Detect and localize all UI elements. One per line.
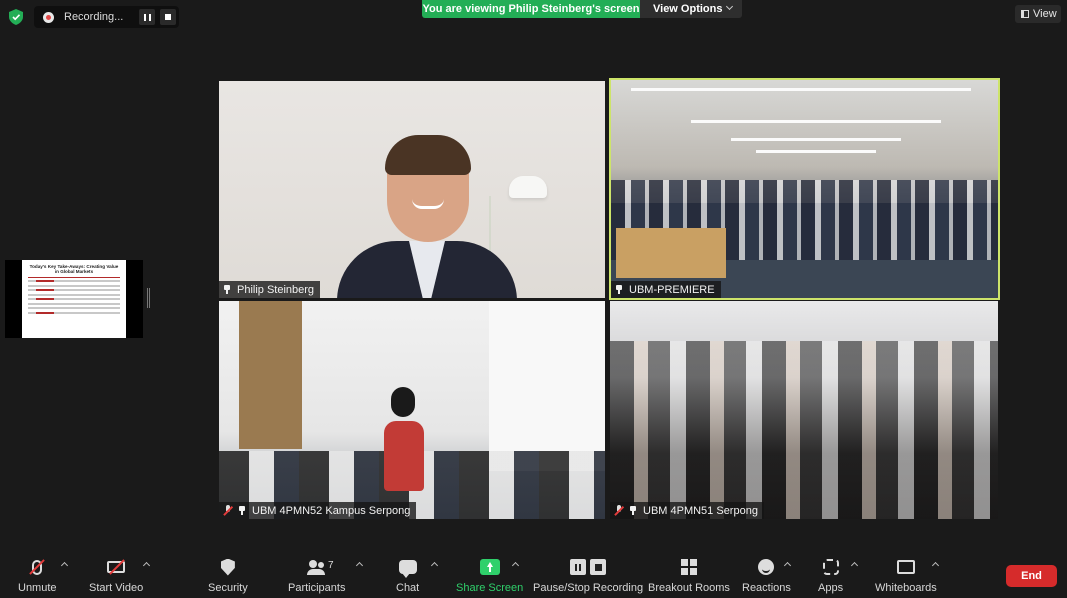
shared-screen-thumbnail[interactable]: Today's Key Take-Aways: Creating Value i…	[5, 260, 143, 338]
split-drag-handle[interactable]	[147, 288, 150, 308]
breakout-rooms-button[interactable]: Breakout Rooms	[648, 557, 730, 594]
start-video-label: Start Video	[89, 582, 144, 594]
pin-icon	[238, 506, 247, 515]
participant-name: Philip Steinberg	[237, 283, 315, 296]
pause-stop-recording-button[interactable]: Pause/Stop Recording	[533, 557, 643, 594]
view-button[interactable]: View	[1015, 5, 1061, 23]
participants-options-caret[interactable]	[355, 561, 364, 570]
slide-bullet	[28, 284, 120, 287]
participant-name: UBM-PREMIERE	[629, 283, 715, 296]
pin-icon	[629, 506, 638, 515]
slide-bullet	[28, 302, 120, 305]
ceiling-light	[691, 120, 941, 123]
audio-options-caret[interactable]	[60, 561, 69, 570]
participants-icon	[306, 559, 327, 575]
students-crowd	[610, 341, 998, 519]
ceiling-light	[631, 88, 971, 91]
slide-bullet	[28, 289, 120, 292]
pause-icon	[143, 13, 151, 21]
participant-name-tag: UBM-PREMIERE	[611, 281, 721, 298]
speaker-smile	[412, 199, 444, 209]
slide-divider	[28, 276, 120, 278]
wall-column	[489, 301, 605, 471]
student-head	[391, 387, 415, 417]
participant-name-tag: UBM 4PMN52 Kampus Serpong	[219, 502, 417, 519]
student-red-shirt	[384, 421, 424, 491]
recording-indicator: Recording...	[34, 6, 179, 28]
video-tile-ubm-premiere[interactable]: UBM-PREMIERE	[609, 78, 1000, 300]
video-tile-philip-steinberg[interactable]: Philip Steinberg	[219, 81, 605, 298]
share-screen-icon	[479, 559, 500, 575]
whiteboards-label: Whiteboards	[875, 582, 937, 594]
encryption-shield-icon[interactable]	[9, 9, 23, 25]
pin-icon	[615, 285, 624, 294]
participant-name: UBM 4PMN52 Kampus Serpong	[252, 504, 411, 517]
apps-label: Apps	[818, 582, 844, 594]
slide-bullet	[28, 298, 120, 301]
slide-title: Today's Key Take-Aways: Creating Value i…	[29, 264, 119, 275]
ceiling-light	[731, 138, 901, 141]
pin-icon	[223, 285, 232, 294]
slide-bullet	[28, 307, 120, 310]
view-label: View	[1033, 8, 1057, 20]
stop-recording-button[interactable]	[160, 9, 176, 25]
breakout-rooms-label: Breakout Rooms	[648, 582, 730, 594]
pause-icon	[570, 559, 587, 575]
video-tile-ubm-4pmn51[interactable]: UBM 4PMN51 Serpong	[610, 301, 998, 519]
reactions-smiley-icon	[758, 559, 775, 575]
view-options-label: View Options	[653, 3, 723, 15]
pause-recording-button[interactable]	[139, 9, 155, 25]
security-shield-icon	[220, 558, 235, 576]
pause-stop-recording-label: Pause/Stop Recording	[533, 582, 644, 594]
view-layout-icon	[1021, 10, 1029, 18]
participant-name-tag: UBM 4PMN51 Serpong	[610, 502, 764, 519]
chat-label: Chat	[396, 582, 420, 594]
reactions-label: Reactions	[742, 582, 791, 594]
breakout-rooms-icon	[680, 559, 697, 575]
reactions-button[interactable]: Reactions	[742, 557, 791, 594]
security-label: Security	[208, 582, 248, 594]
shared-slide: Today's Key Take-Aways: Creating Value i…	[22, 260, 126, 338]
lecture-desk	[616, 228, 726, 278]
meeting-toolbar: Unmute Start Video Security Participants…	[0, 552, 1067, 598]
video-tile-ubm-4pmn52[interactable]: UBM 4PMN52 Kampus Serpong	[219, 301, 605, 519]
slide-bullet	[28, 293, 120, 296]
participant-name: UBM 4PMN51 Serpong	[643, 504, 758, 517]
security-button[interactable]: Security	[208, 557, 248, 594]
share-screen-label: Share Screen	[456, 582, 524, 594]
view-options-button[interactable]: View Options	[640, 0, 742, 18]
mic-muted-icon	[614, 505, 624, 516]
end-meeting-button[interactable]: End	[1006, 565, 1057, 587]
apps-button[interactable]: Apps	[818, 557, 843, 594]
apps-icon	[822, 559, 839, 575]
chat-icon	[398, 560, 417, 578]
participants-button[interactable]: Participants	[288, 557, 345, 594]
chat-button[interactable]: Chat	[396, 557, 419, 594]
ceiling-light	[756, 150, 876, 153]
stop-icon	[590, 559, 607, 575]
recording-dot-icon	[43, 11, 54, 23]
recording-label: Recording...	[64, 11, 124, 23]
video-options-caret[interactable]	[142, 561, 151, 570]
slide-bullet	[28, 311, 120, 314]
whiteboard-icon	[896, 560, 915, 574]
participant-name-tag: Philip Steinberg	[219, 281, 321, 298]
start-video-button[interactable]: Start Video	[89, 557, 143, 594]
lamp	[509, 176, 547, 198]
chat-options-caret[interactable]	[430, 561, 439, 570]
viewing-screen-banner: You are viewing Philip Steinberg's scree…	[422, 0, 640, 18]
speaker-hair	[385, 135, 471, 175]
apps-options-caret[interactable]	[850, 561, 859, 570]
slide-bullet	[28, 280, 120, 283]
unmute-label: Unmute	[18, 582, 57, 594]
chevron-down-icon	[725, 2, 734, 11]
stop-icon	[165, 14, 171, 20]
unmute-button[interactable]: Unmute	[18, 557, 57, 594]
whiteboards-button[interactable]: Whiteboards	[875, 557, 937, 594]
door	[239, 301, 302, 449]
participants-count: 7	[328, 560, 334, 571]
mic-muted-icon	[223, 505, 233, 516]
participants-label: Participants	[288, 582, 346, 594]
